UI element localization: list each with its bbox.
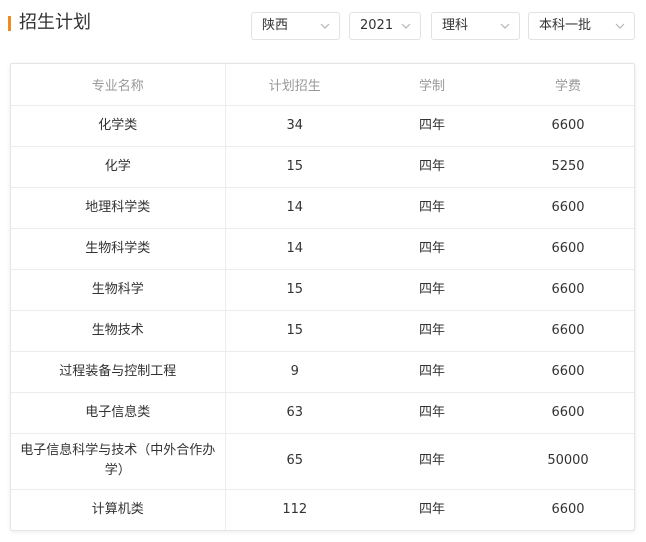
duration-cell: 四年 bbox=[364, 228, 500, 270]
fee-cell: 50000 bbox=[500, 433, 634, 490]
major-name-cell: 过程装备与控制工程 bbox=[11, 351, 226, 393]
fee-cell: 6600 bbox=[551, 501, 585, 517]
table-row: 电子信息类 63 四年 6600 bbox=[11, 392, 634, 434]
column-header-duration: 学制 bbox=[364, 64, 500, 106]
table-header-row: 专业名称 计划招生 学制 学费 bbox=[11, 64, 634, 106]
column-header-plan: 计划招生 bbox=[225, 64, 364, 106]
plan-count-cell: 15 bbox=[225, 310, 364, 352]
fee-cell: 6600 bbox=[500, 269, 634, 311]
major-name-cell: 生物科学类 bbox=[11, 228, 226, 270]
major-name-cell: 计算机类 bbox=[11, 489, 226, 530]
column-header-fee: 学费 bbox=[500, 64, 634, 106]
page-header: 招生计划 陕西 2021 理科 本科一批 bbox=[0, 0, 646, 50]
duration-cell: 四年 bbox=[364, 392, 500, 434]
fee-cell: 5250 bbox=[500, 146, 634, 188]
table-row: 生物科学 15 四年 6600 bbox=[11, 269, 634, 311]
table-row: 生物技术 15 四年 6600 bbox=[11, 310, 634, 352]
duration-cell: 四年 bbox=[364, 187, 500, 229]
duration-cell: 四年 bbox=[364, 310, 500, 352]
table-row: 计算机类 112 四年 6600 bbox=[11, 489, 634, 530]
table-row: 生物科学类 14 四年 6600 bbox=[11, 228, 634, 270]
subject-type-select-value: 理科 bbox=[442, 18, 469, 33]
province-select-value: 陕西 bbox=[262, 18, 289, 33]
duration-cell: 四年 bbox=[418, 501, 445, 517]
plan-count-cell: 112 bbox=[282, 501, 308, 517]
duration-cell: 四年 bbox=[364, 105, 500, 147]
enrollment-plan-table: 专业名称 计划招生 学制 学费 化学类 34 四年 6600 化学 15 四年 … bbox=[10, 63, 635, 531]
fee-cell: 6600 bbox=[500, 228, 634, 270]
province-select[interactable]: 陕西 bbox=[251, 12, 340, 40]
fee-cell: 6600 bbox=[500, 392, 634, 434]
year-select-value: 2021 bbox=[360, 18, 394, 33]
major-name-cell: 地理科学类 bbox=[11, 187, 226, 229]
chevron-down-icon bbox=[500, 23, 510, 29]
plan-count-cell: 9 bbox=[225, 351, 364, 393]
plan-count-cell: 65 bbox=[225, 433, 364, 490]
duration-cell: 四年 bbox=[364, 269, 500, 311]
plan-count-cell: 14 bbox=[225, 187, 364, 229]
table-row: 过程装备与控制工程 9 四年 6600 bbox=[11, 351, 634, 393]
column-header-major: 专业名称 bbox=[11, 64, 226, 106]
table-row: 地理科学类 14 四年 6600 bbox=[11, 187, 634, 229]
year-select[interactable]: 2021 bbox=[349, 12, 421, 40]
major-name-cell: 电子信息科学与技术（中外合作办学） bbox=[11, 433, 226, 490]
duration-cell: 四年 bbox=[364, 146, 500, 188]
duration-cell: 四年 bbox=[364, 351, 500, 393]
batch-select[interactable]: 本科一批 bbox=[528, 12, 635, 40]
table-row: 化学类 34 四年 6600 bbox=[11, 105, 634, 147]
table-row: 化学 15 四年 5250 bbox=[11, 146, 634, 188]
major-name-cell: 化学 bbox=[11, 146, 226, 188]
fee-cell: 6600 bbox=[500, 351, 634, 393]
major-name-cell: 化学类 bbox=[11, 105, 226, 147]
fee-cell: 6600 bbox=[500, 310, 634, 352]
plan-count-cell: 15 bbox=[225, 269, 364, 311]
major-name-cell: 生物技术 bbox=[11, 310, 226, 352]
major-name-cell: 电子信息类 bbox=[11, 392, 226, 434]
chevron-down-icon bbox=[615, 23, 625, 29]
chevron-down-icon bbox=[320, 23, 330, 29]
fee-cell: 6600 bbox=[500, 187, 634, 229]
plan-count-cell: 34 bbox=[225, 105, 364, 147]
batch-select-value: 本科一批 bbox=[539, 18, 592, 33]
duration-cell: 四年 bbox=[364, 433, 500, 490]
table-row: 电子信息科学与技术（中外合作办学） 65 四年 50000 bbox=[11, 433, 634, 490]
plan-count-cell: 14 bbox=[225, 228, 364, 270]
page-title: 招生计划 bbox=[19, 12, 91, 33]
title-accent-bar bbox=[8, 16, 11, 31]
fee-cell: 6600 bbox=[500, 105, 634, 147]
major-name-cell: 生物科学 bbox=[11, 269, 226, 311]
plan-count-cell: 15 bbox=[225, 146, 364, 188]
chevron-down-icon bbox=[401, 23, 411, 29]
subject-type-select[interactable]: 理科 bbox=[431, 12, 520, 40]
plan-count-cell: 63 bbox=[225, 392, 364, 434]
